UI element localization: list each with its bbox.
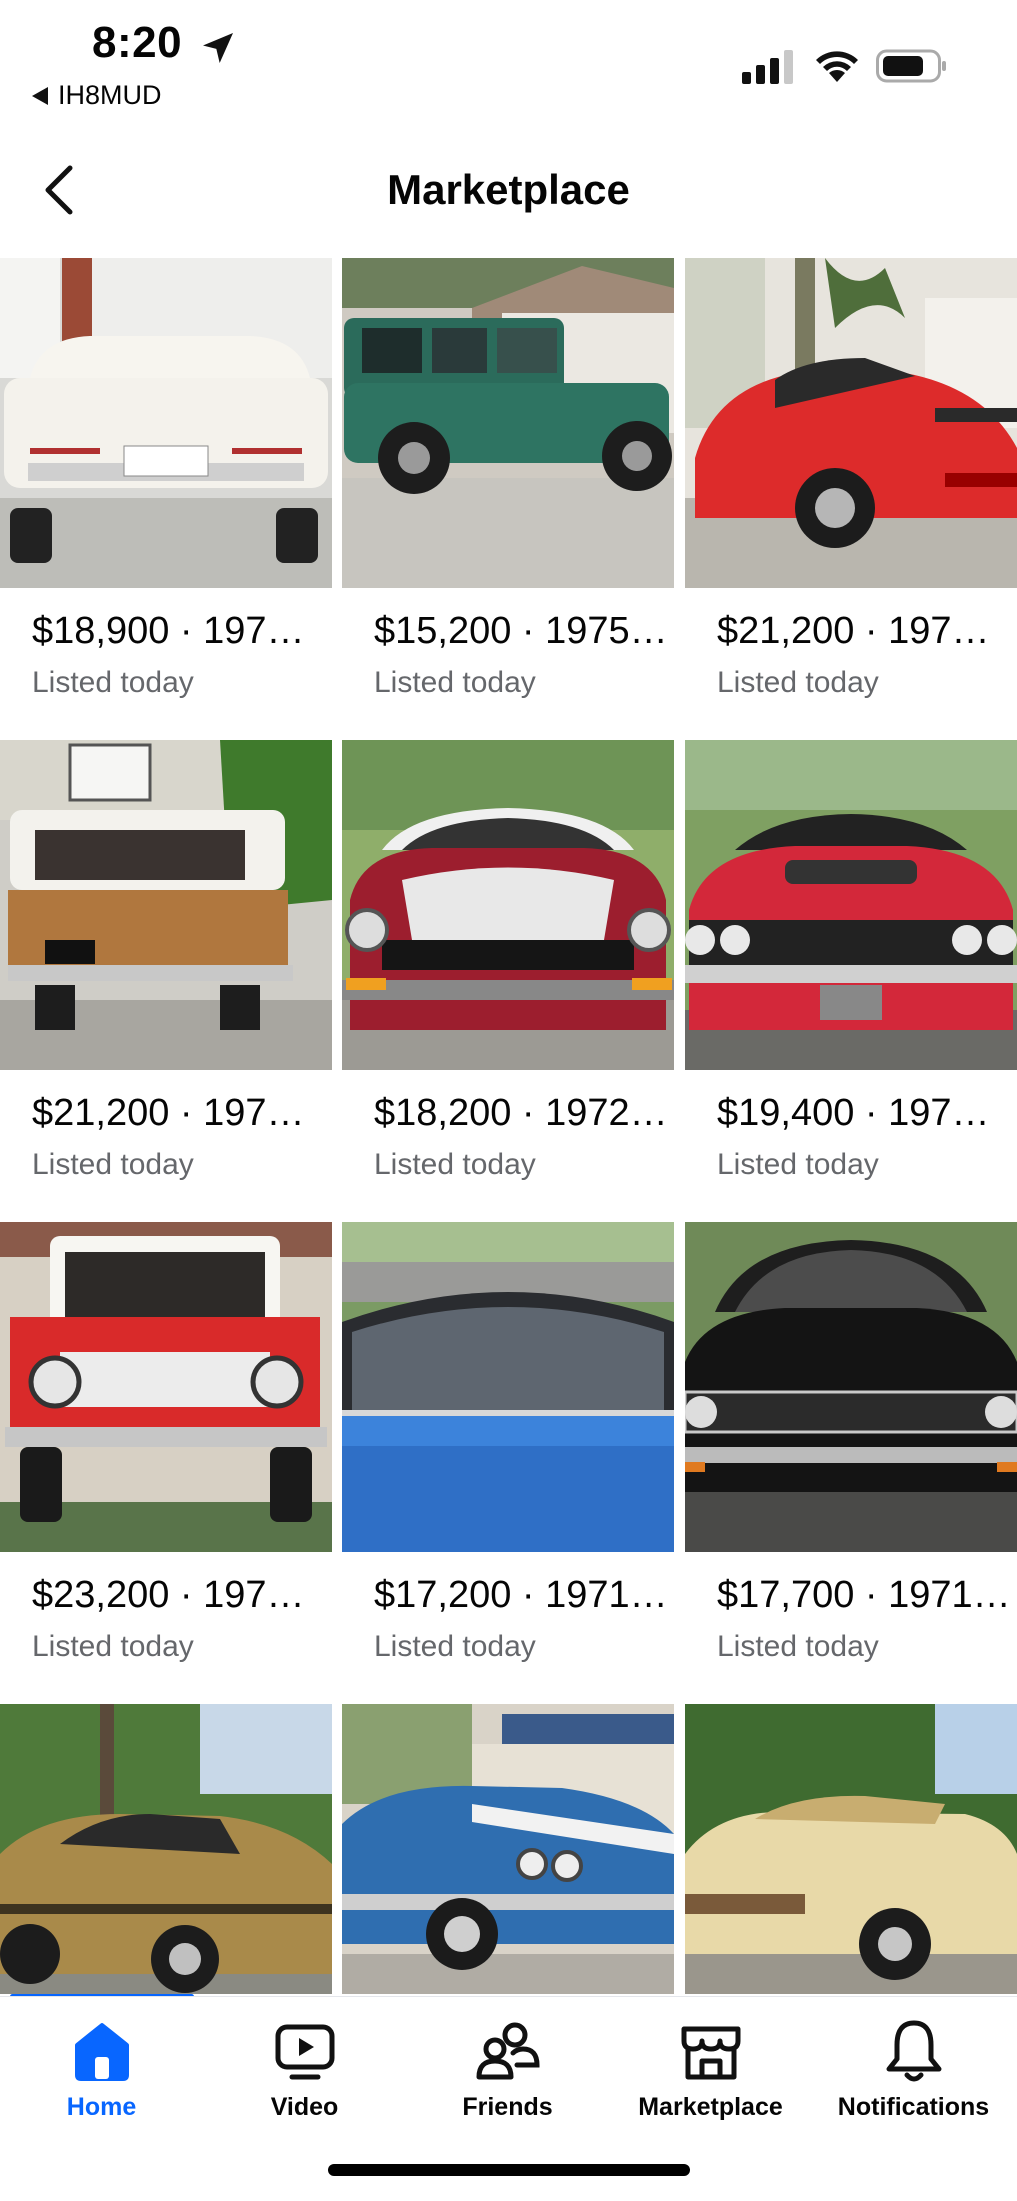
home-indicator: [328, 2164, 690, 2176]
bell-icon: [886, 2020, 941, 2082]
listing-card[interactable]: [685, 1704, 1017, 1994]
listing-date: Listed today: [717, 666, 879, 699]
tab-home[interactable]: Home: [0, 2015, 203, 2135]
listing-card[interactable]: [0, 1704, 332, 1994]
listing-price: $17,200 · 1971…: [374, 1574, 668, 1616]
listing-price: $17,700 · 1971…: [717, 1574, 1011, 1616]
tab-marketplace[interactable]: Marketplace: [609, 2015, 812, 2135]
wifi-icon: [816, 51, 858, 82]
listing-photo: [685, 1704, 1017, 1994]
video-icon: [275, 2024, 334, 2080]
listing-photo: [342, 1704, 674, 1994]
tab-video-label: Video: [270, 2093, 339, 2121]
battery-icon: [876, 49, 946, 83]
listing-price: $18,200 · 1972…: [374, 1092, 668, 1134]
tab-marketplace-label: Marketplace: [638, 2093, 783, 2121]
page-title: Marketplace: [387, 166, 630, 213]
listing-card[interactable]: $17,700 · 1971… Listed today: [685, 1222, 1017, 1692]
listing-date: Listed today: [32, 1630, 194, 1663]
listing-card[interactable]: $18,200 · 1972… Listed today: [342, 740, 674, 1210]
tab-home-label: Home: [66, 2093, 137, 2121]
listing-price: $15,200 · 1975…: [374, 610, 668, 652]
tab-video[interactable]: Video: [203, 2015, 406, 2135]
location-arrow-icon: [203, 33, 233, 63]
listing-card[interactable]: $21,200 · 197… Listed today: [0, 740, 332, 1210]
listing-price: $19,400 · 197…: [717, 1092, 990, 1134]
back-to-app-link[interactable]: IH8MUD: [32, 80, 162, 111]
listing-photo: [0, 740, 332, 1070]
listing-photo: [342, 740, 674, 1070]
listing-photo: [0, 258, 332, 588]
listing-photo: [342, 258, 674, 588]
listing-card[interactable]: [342, 1704, 674, 1994]
listing-card[interactable]: $19,400 · 197… Listed today: [685, 740, 1017, 1210]
back-app-label: IH8MUD: [58, 80, 162, 110]
tab-notifications[interactable]: Notifications: [812, 2015, 1015, 2135]
listing-date: Listed today: [32, 666, 194, 699]
listing-price: $23,200 · 197…: [32, 1574, 305, 1616]
listing-card[interactable]: $18,900 · 197… Listed today: [0, 258, 332, 728]
status-bar: 8:20 IH8MUD: [0, 0, 1017, 120]
tab-friends[interactable]: Friends: [406, 2015, 609, 2135]
home-icon: [74, 2023, 129, 2081]
friends-icon: [476, 2022, 540, 2080]
status-time: 8:20: [92, 18, 183, 67]
tab-friends-label: Friends: [462, 2093, 553, 2121]
tab-notifications-label: Notifications: [837, 2093, 990, 2121]
listing-price: $21,200 · 197…: [32, 1092, 305, 1134]
page-header: Marketplace: [0, 140, 1017, 240]
listing-price: $21,200 · 197…: [717, 610, 990, 652]
listing-date: Listed today: [374, 1630, 536, 1663]
listing-photo: [342, 1222, 674, 1552]
listing-price: $18,900 · 197…: [32, 610, 305, 652]
back-triangle-icon: [32, 86, 48, 105]
listing-date: Listed today: [374, 666, 536, 699]
marketplace-icon: [681, 2026, 740, 2080]
listing-date: Listed today: [717, 1630, 879, 1663]
listing-photo: [685, 740, 1017, 1070]
listing-card[interactable]: $21,200 · 197… Listed today: [685, 258, 1017, 728]
cellular-signal-icon: [742, 50, 793, 84]
listing-card[interactable]: $17,200 · 1971… Listed today: [342, 1222, 674, 1692]
listing-card[interactable]: $23,200 · 197… Listed today: [0, 1222, 332, 1692]
listing-photo: [0, 1704, 332, 1994]
listing-photo: [685, 258, 1017, 588]
listing-photo: [0, 1222, 332, 1552]
listing-card[interactable]: $15,200 · 1975… Listed today: [342, 258, 674, 728]
listing-date: Listed today: [717, 1148, 879, 1181]
listing-date: Listed today: [32, 1148, 194, 1181]
listing-date: Listed today: [374, 1148, 536, 1181]
listing-photo: [685, 1222, 1017, 1552]
